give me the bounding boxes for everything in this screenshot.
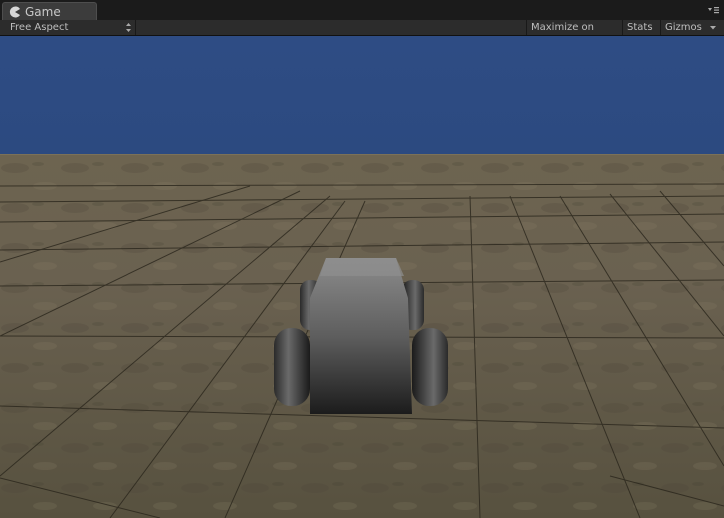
chevron-down-icon [710, 26, 716, 30]
maximize-on-play-button[interactable]: Maximize on Play [526, 20, 622, 48]
front-right-wheel [412, 328, 448, 406]
sky [0, 36, 724, 156]
gizmos-label: Gizmos [665, 22, 702, 33]
stats-button[interactable]: Stats [622, 20, 660, 35]
tab-game-label: Game [25, 5, 61, 19]
gizmos-dropdown[interactable] [705, 20, 724, 35]
game-toolbar: Free Aspect Maximize on Play Stats Gizmo… [0, 20, 724, 48]
stats-label: Stats [627, 22, 653, 33]
gizmos-button[interactable]: Gizmos [660, 20, 710, 35]
tab-bar: Game [0, 0, 724, 21]
tab-game[interactable]: Game [2, 2, 97, 21]
front-left-wheel [274, 328, 310, 406]
aspect-label: Free Aspect [10, 22, 69, 33]
car-body [310, 258, 412, 414]
game-view[interactable] [0, 36, 724, 518]
panel-menu-icon[interactable] [706, 5, 720, 15]
pacman-icon [9, 6, 20, 18]
game-window: Game Free Aspect Maximize on Play Stats … [0, 0, 724, 518]
aspect-dropdown[interactable]: Free Aspect [0, 20, 136, 35]
up-down-arrows-icon [126, 23, 131, 32]
game-viewport [0, 36, 724, 518]
